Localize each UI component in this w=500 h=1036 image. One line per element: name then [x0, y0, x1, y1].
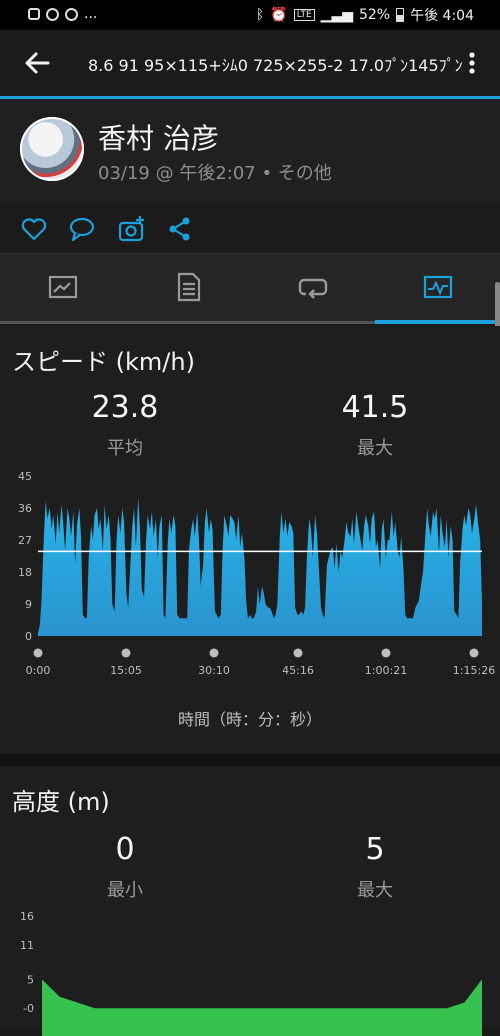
speed-x-tick-dot: [33, 648, 43, 658]
speed-avg-label: 平均: [107, 438, 143, 459]
alarm-icon: ⏰: [270, 7, 288, 23]
speed-x-tick-dot: [293, 648, 303, 658]
user-name: 香村 治彦: [98, 122, 219, 155]
elevation-y-tick: -0: [23, 1002, 34, 1015]
speed-x-tick: 1:15:26: [453, 664, 495, 677]
speed-y-tick: 0: [25, 630, 32, 643]
comment-icon[interactable]: [68, 215, 96, 243]
battery-icon: [396, 8, 405, 22]
speed-y-tick: 18: [18, 566, 32, 579]
signal-icon: ▁▃▅: [320, 7, 353, 23]
activity-header: 香村 治彦 03/19 @ 午後2:07 • その他: [0, 99, 500, 204]
elevation-min-value: 0: [115, 832, 135, 867]
speed-max-value: 41.5: [341, 390, 409, 425]
more-options-icon[interactable]: [462, 48, 482, 78]
share-icon[interactable]: [166, 215, 194, 243]
elevation-max-value: 5: [365, 832, 385, 867]
speed-x-tick: 30:10: [198, 664, 230, 677]
speed-x-tick: 0:00: [26, 664, 51, 677]
gallery-notification-icon: [28, 8, 40, 20]
elevation-y-tick: 16: [20, 910, 34, 923]
like-icon[interactable]: [20, 215, 48, 243]
tab-divider: [0, 321, 375, 324]
activity-meta: 03/19 @ 午後2:07 • その他: [98, 163, 332, 184]
speed-title: スピード (km/h): [12, 348, 195, 376]
add-photo-icon[interactable]: [118, 215, 146, 243]
speed-x-tick-dot: [209, 648, 219, 658]
speed-x-tick-dot: [381, 648, 391, 658]
laps-icon: [298, 278, 328, 299]
chart-icon: [423, 275, 453, 299]
action-bar: [0, 203, 500, 254]
bluetooth-icon: ᛒ: [255, 7, 265, 23]
activity-title: 8.6 91 95×115+ｼﾑ0 725×255-2 17.0ﾌﾟﾝ145ﾌﾟ…: [88, 56, 463, 75]
speed-x-tick: 1:00:21: [365, 664, 407, 677]
elevation-y-tick: 11: [20, 939, 34, 952]
elevation-y-tick: 5: [27, 973, 34, 986]
speed-y-tick: 36: [18, 502, 32, 515]
speed-max-label: 最大: [357, 438, 393, 459]
speed-y-tick: 27: [18, 534, 32, 547]
elevation-card: 高度 (m) 0 最小 5 最大 16 11 5 -0: [0, 766, 500, 1036]
speed-x-tick-dot: [469, 648, 479, 658]
sync-notification-icon-2: [65, 7, 78, 21]
elevation-title: 高度 (m): [12, 788, 110, 816]
details-tab[interactable]: [125, 254, 250, 324]
map-icon: [48, 275, 78, 299]
speed-x-tick-dot: [121, 648, 131, 658]
tab-bar: [0, 254, 500, 324]
back-arrow-icon[interactable]: [22, 48, 52, 78]
laps-tab[interactable]: [250, 254, 375, 324]
elevation-chart[interactable]: 16 11 5 -0: [0, 906, 500, 1036]
speed-avg-value: 23.8: [91, 390, 159, 425]
charts-tab[interactable]: [375, 254, 500, 324]
speed-x-axis-label: 時間（時：分：秒）: [177, 710, 322, 729]
status-bar: ... ᛒ ⏰ LTE ▁▃▅ 52% 午後 4:04: [0, 0, 500, 30]
overview-tab[interactable]: [0, 254, 125, 324]
app-bar: 8.6 91 95×115+ｼﾑ0 725×255-2 17.0ﾌﾟﾝ145ﾌﾟ…: [0, 30, 500, 99]
speed-x-tick: 15:05: [110, 664, 142, 677]
battery-percent: 52%: [358, 7, 391, 23]
avatar[interactable]: [20, 117, 84, 181]
section-divider: [0, 754, 500, 766]
speed-y-tick: 45: [18, 470, 32, 483]
speed-series-area: [38, 497, 482, 636]
elevation-max-label: 最大: [357, 880, 393, 901]
speed-y-tick: 9: [25, 598, 32, 611]
list-icon: [177, 272, 201, 302]
speed-x-tick: 45:16: [282, 664, 314, 677]
speed-card: スピード (km/h) 23.8 平均 41.5 最大 45 36 27 18 9 0 0:…: [0, 326, 500, 754]
status-time: 午後 4:04: [410, 8, 474, 24]
elevation-series-area: [42, 979, 482, 1036]
sync-notification-icon: [46, 7, 59, 21]
volte-icon: LTE: [293, 9, 315, 21]
speed-chart[interactable]: 45 36 27 18 9 0 0:00 15:05 30:10 45:16 1:00:21 1:15…: [0, 466, 500, 686]
elevation-min-label: 最小: [107, 880, 143, 901]
more-notifications: ...: [84, 6, 98, 22]
